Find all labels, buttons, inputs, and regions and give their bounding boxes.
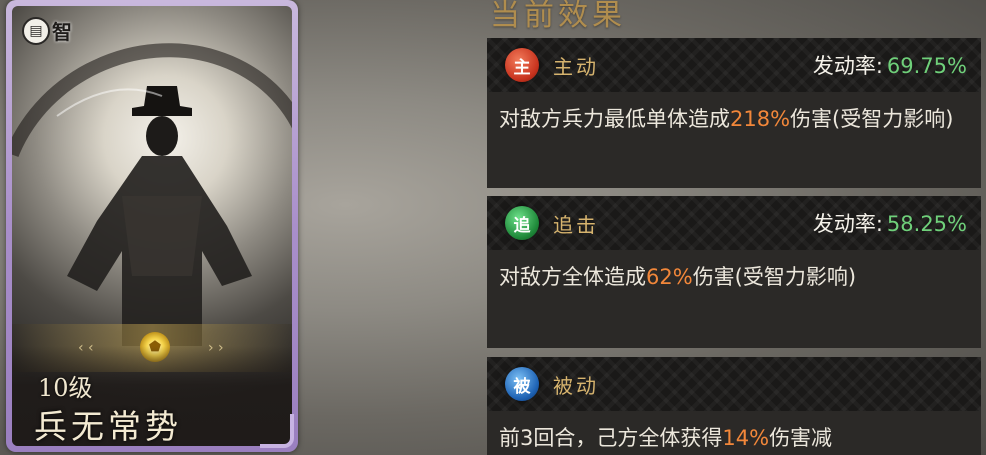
strategist-figure-illustration (56, 86, 252, 346)
book-icon: ▤ (22, 16, 50, 45)
effect-header: 主 主动 发动率: 69.75% (487, 38, 981, 92)
desc-text: 伤害(受智力影响) (692, 265, 857, 289)
effect-header: 被 被动 (487, 357, 981, 411)
effect-type-label: 追击 (553, 212, 599, 237)
skill-level: 10级 (38, 374, 93, 402)
skill-name: 兵无常势 (34, 407, 182, 446)
desc-text: 伤害(受智力影响) (790, 107, 954, 131)
rate-value: 58.25% (886, 212, 967, 236)
rate-value: 69.75% (886, 54, 967, 78)
skill-type-badge: ▤ 智 (22, 16, 72, 45)
desc-text: 对敌方兵力最低单体造成 (499, 107, 730, 131)
desc-text: 对敌方全体造成 (499, 265, 646, 289)
effect-type-label: 被动 (553, 373, 599, 398)
active-type-icon: 主 (505, 48, 539, 82)
effect-header: 追 追击 发动率: 58.25% (487, 196, 981, 250)
pursuit-type-icon: 追 (505, 206, 539, 240)
card-corner-decoration (260, 414, 294, 448)
rate-label: 发动率: (812, 212, 883, 236)
trigger-rate: 发动率: 69.75% (813, 50, 967, 80)
desc-text: 前3回合，己方全体获得 (499, 426, 723, 450)
effect-description: 对敌方兵力最低单体造成218%伤害(受智力影响) (487, 92, 981, 136)
desc-highlight-value: 62% (646, 265, 693, 289)
skill-card[interactable]: ‹ ‹ ⬟ › › ▤ 智 10级 兵无常势 (6, 0, 298, 452)
skill-type-label: 智 (52, 20, 72, 44)
section-title: 当前效果 (490, 0, 626, 33)
passive-type-icon: 被 (505, 367, 539, 401)
card-artwork: ‹ ‹ ⬟ › › ▤ 智 10级 兵无常势 (12, 6, 292, 446)
effect-passive: 被 被动 前3回合，己方全体获得14%伤害减 (487, 357, 981, 455)
effect-description: 前3回合，己方全体获得14%伤害减 (487, 411, 981, 455)
effect-description: 对敌方全体造成62%伤害(受智力影响) (487, 250, 981, 294)
effect-type-label: 主动 (553, 54, 599, 79)
desc-highlight-value: 218% (730, 107, 791, 131)
effect-pursuit: 追 追击 发动率: 58.25% 对敌方全体造成62%伤害(受智力影响) (487, 196, 981, 348)
trigger-rate: 发动率: 58.25% (813, 208, 967, 238)
effect-active: 主 主动 发动率: 69.75% 对敌方兵力最低单体造成218%伤害(受智力影响) (487, 38, 981, 188)
desc-text: 伤害减 (769, 426, 833, 450)
rate-label: 发动率: (812, 54, 883, 78)
desc-highlight-value: 14% (722, 426, 770, 450)
